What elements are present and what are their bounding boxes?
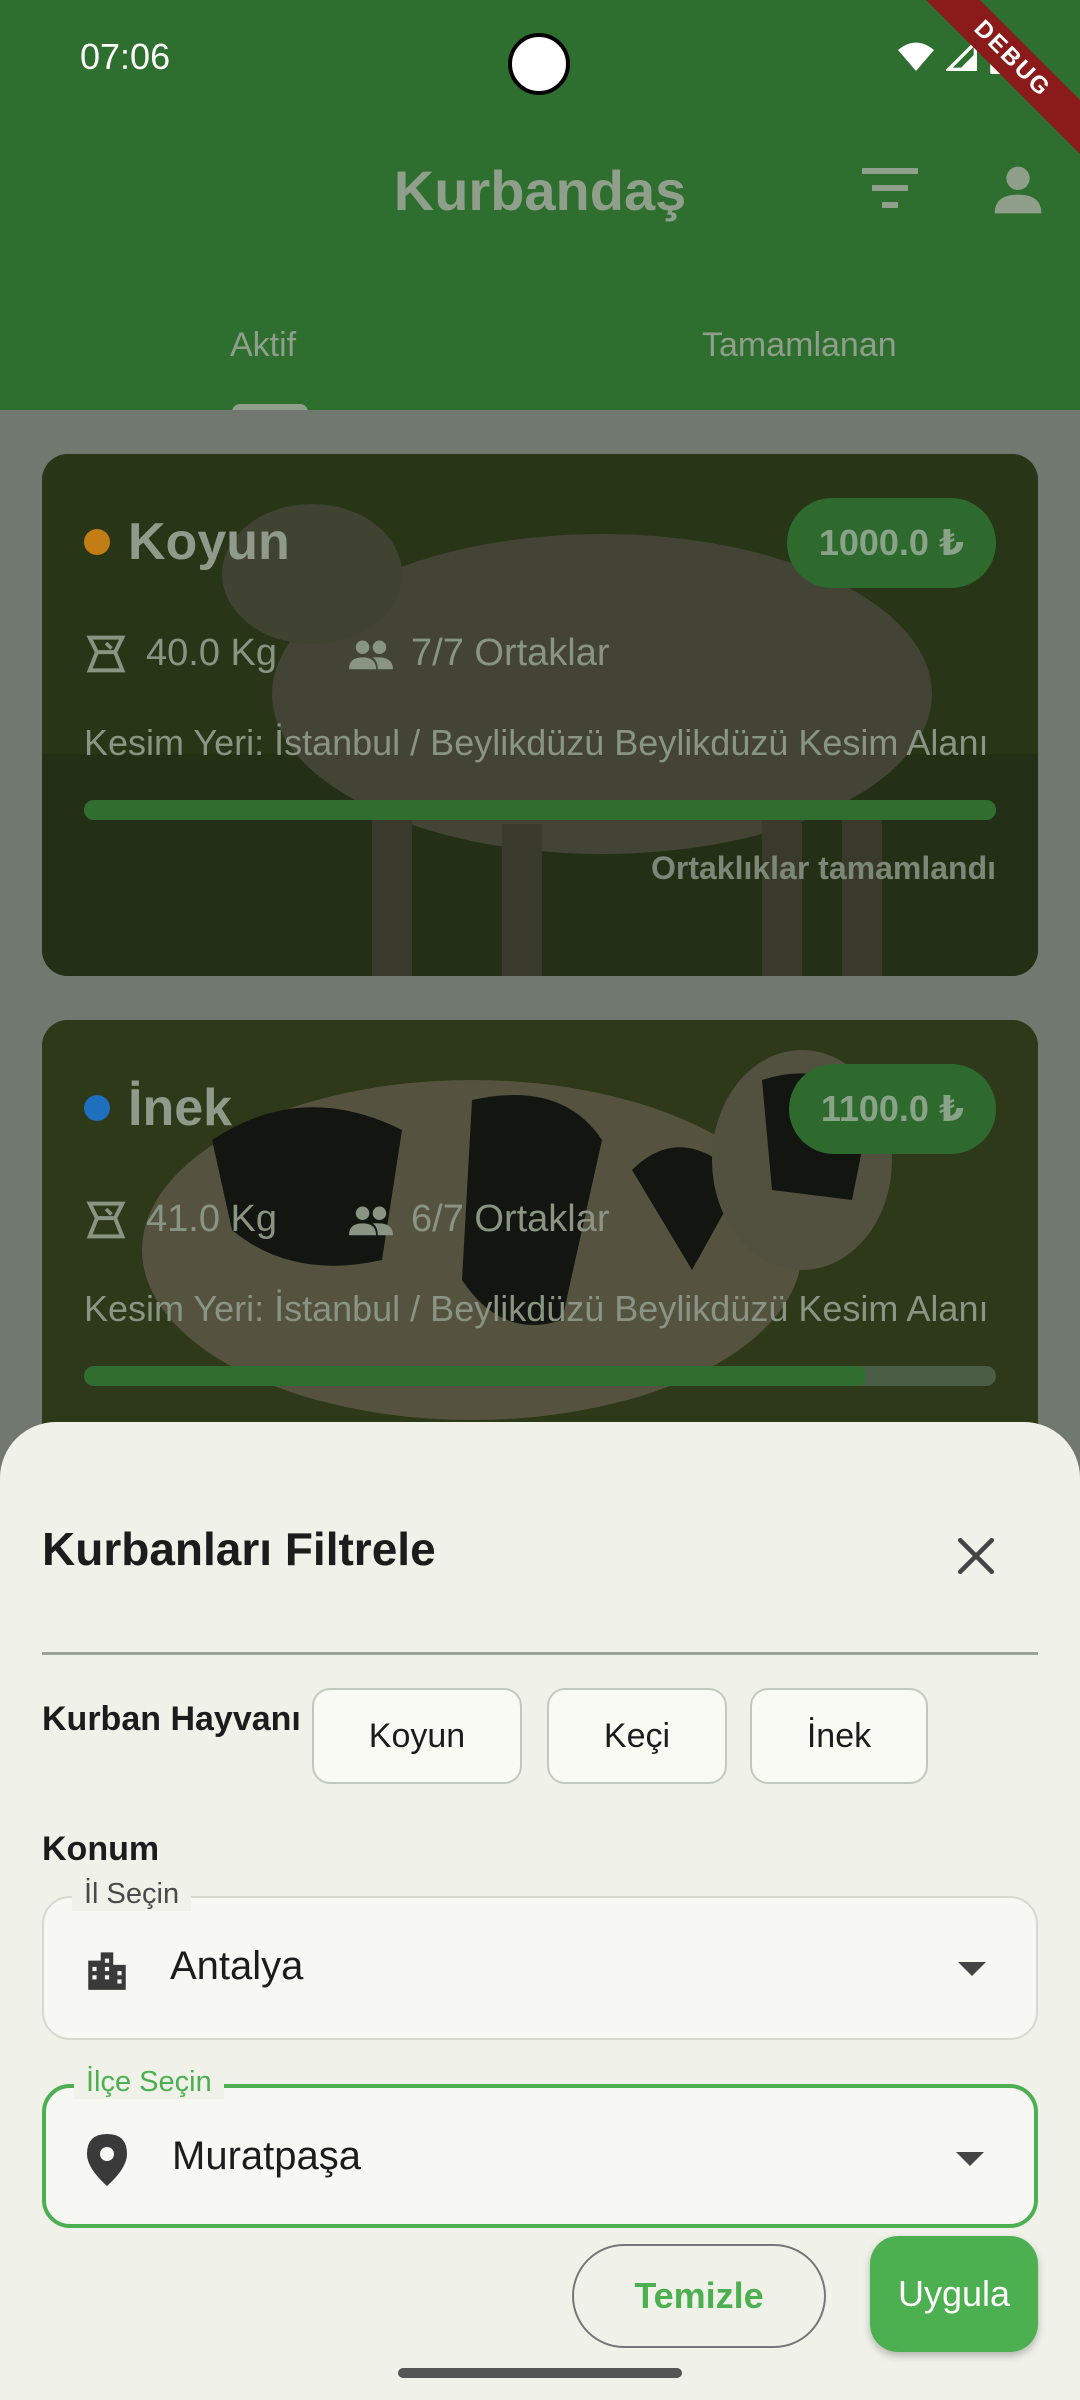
weight-value: 41.0 Kg <box>146 1198 277 1240</box>
account-icon[interactable] <box>990 162 1046 218</box>
sheet-divider <box>42 1652 1038 1655</box>
status-time: 07:06 <box>80 36 171 77</box>
slaughter-location: Kesim Yeri: İstanbul / Beylikdüzü Beylik… <box>84 1288 989 1329</box>
close-button[interactable] <box>944 1524 1008 1588</box>
card-meta: 40.0 Kg 7/7 Ortaklar <box>84 632 610 675</box>
chip-koyun[interactable]: Koyun <box>312 1688 522 1784</box>
dropdown-arrow-icon <box>956 2152 984 2166</box>
location-label: Konum <box>42 1830 160 1868</box>
scale-icon <box>86 635 126 672</box>
partners-value: 7/7 Ortaklar <box>411 632 610 674</box>
partners-value: 6/7 Ortaklar <box>411 1198 610 1240</box>
sacrifice-card[interactable]: Koyun 1000.0 ₺ 40.0 Kg 7/7 Ortaklar Kesi… <box>42 454 1038 976</box>
camera-cutout <box>508 33 570 95</box>
price-badge: 1100.0 ₺ <box>788 1064 996 1154</box>
district-field-label: İlçe Seçin <box>74 2066 224 2099</box>
clear-button[interactable]: Temizle <box>572 2244 826 2348</box>
filter-bottom-sheet: Kurbanları Filtrele Kurban Hayvanı Koyun… <box>0 1422 1080 2400</box>
animal-status-dot <box>84 1095 110 1121</box>
people-icon <box>349 1205 393 1235</box>
filter-icon[interactable] <box>862 168 918 208</box>
card-animal-name: İnek <box>128 1079 233 1137</box>
district-value: Muratpaşa <box>172 2134 361 2178</box>
chip-inek[interactable]: İnek <box>750 1688 928 1784</box>
progress-fill <box>84 800 996 820</box>
city-icon <box>88 1952 126 1990</box>
partnership-status: Ortaklıklar tamamlandı <box>650 850 996 886</box>
weight-value: 40.0 Kg <box>146 632 277 674</box>
debug-banner: DEBUG <box>906 0 1080 165</box>
animal-status-dot <box>84 529 110 555</box>
tab-aktif[interactable]: Aktif <box>230 326 296 365</box>
province-field-label: İl Seçin <box>72 1878 192 1911</box>
close-icon <box>957 1537 995 1575</box>
card-title-row: İnek <box>84 1078 232 1138</box>
scale-icon <box>86 1201 126 1238</box>
province-select[interactable]: İl Seçin Antalya <box>42 1878 1038 2040</box>
app-title: Kurbandaş <box>393 159 687 222</box>
partnership-progress <box>84 800 996 820</box>
wifi-icon <box>898 42 934 71</box>
slaughter-location: Kesim Yeri: İstanbul / Beylikdüzü Beylik… <box>84 722 989 763</box>
app-bar: 07:06 DEBUG Kurbandaş Aktif Tamamlanan <box>0 0 1080 410</box>
card-title-row: Koyun <box>84 512 290 572</box>
people-icon <box>349 639 393 669</box>
sheet-title: Kurbanları Filtrele <box>42 1523 436 1575</box>
card-animal-name: Koyun <box>128 513 290 571</box>
price-badge: 1000.0 ₺ <box>786 498 996 588</box>
province-value: Antalya <box>170 1944 304 1988</box>
progress-fill <box>84 1366 866 1386</box>
partnership-progress <box>84 1366 996 1386</box>
animal-filter-label: Kurban Hayvanı <box>42 1700 301 1738</box>
tab-tamamlanan[interactable]: Tamamlanan <box>702 326 897 365</box>
apply-button[interactable]: Uygula <box>870 2236 1038 2352</box>
location-pin-icon <box>87 2134 127 2186</box>
dropdown-arrow-icon <box>958 1962 986 1976</box>
card-meta: 41.0 Kg 6/7 Ortaklar <box>84 1198 610 1241</box>
home-indicator <box>398 2368 682 2378</box>
chip-keci[interactable]: Keçi <box>547 1688 727 1784</box>
district-select[interactable]: İlçe Seçin Muratpaşa <box>42 2066 1038 2228</box>
